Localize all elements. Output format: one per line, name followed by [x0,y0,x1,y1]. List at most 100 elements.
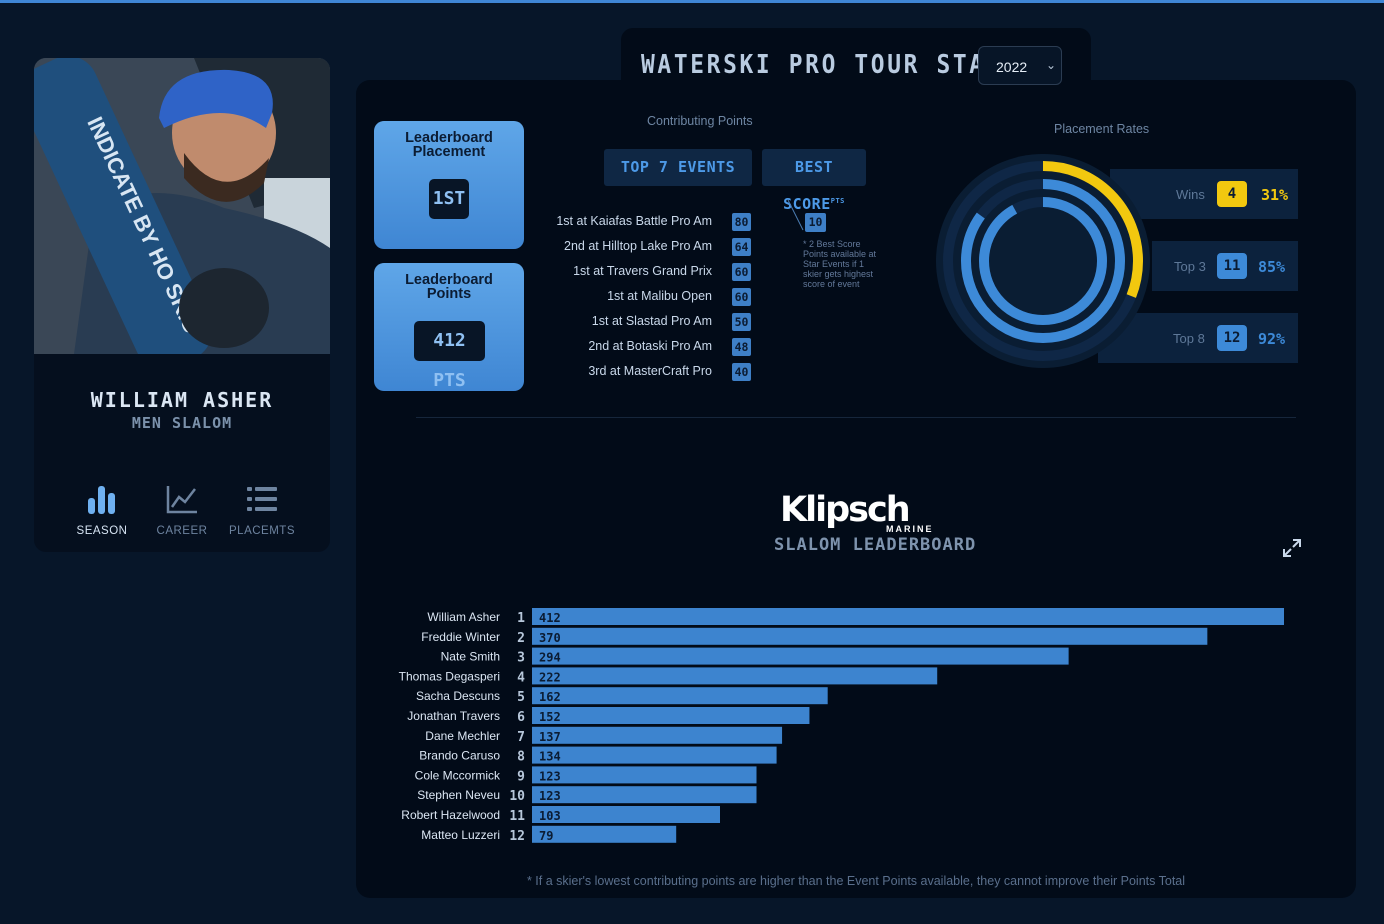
rate-top3-label: Top 3 [1174,259,1206,274]
placement-rings [936,154,1150,368]
section-divider [416,417,1296,418]
nav-season-label: SEASON [76,525,128,537]
rate-wins-pct: 31% [1261,186,1289,204]
player-card: INDICATE BY HO SKIS WILLIAM ASHER MEN SL… [34,58,330,552]
bar-label: Sacha Descuns [416,689,500,703]
bar[interactable] [532,627,1208,645]
klipsch-logo-sub: MARINE [886,524,934,534]
bar-label: Matteo Luzzeri [421,828,500,842]
bar-label: Freddie Winter [421,630,500,644]
bar[interactable] [532,825,677,843]
bar-value-label: 370 [539,631,561,645]
nav-season[interactable]: SEASON [62,484,142,537]
event-name: 1st at Travers Grand Prix [573,264,712,278]
bar-value-label: 103 [539,809,561,823]
player-division: MEN SLALOM [131,414,233,432]
bar-label: Cole Mccormick [415,768,501,782]
bar-value-label: 412 [539,611,561,625]
rate-top8-pct: 92% [1258,330,1286,348]
bar-value-label: 134 [539,750,561,764]
tab-best-score-sup: PTS [830,197,845,205]
bar-rank: 7 [517,730,525,745]
bar-chart-icon [88,486,115,514]
bar[interactable] [532,647,1069,665]
bar[interactable] [532,746,777,764]
bar-rank: 1 [517,611,525,626]
bar-label: Dane Mechler [425,729,500,743]
event-points: 80 [732,213,751,231]
line-chart-icon [166,486,197,514]
bar-label: Nate Smith [441,650,500,664]
bar[interactable] [532,786,757,804]
slalom-leaderboard-chart: William Asher 1 412 Freddie Winter 2 370 Nate … [399,608,1284,844]
placement-value: 1ST [429,179,469,219]
rate-top8-count: 12 [1217,325,1247,351]
placement-title-line2: Placement [412,144,486,160]
bar-label: Stephen Neveu [417,788,500,802]
contributing-points-label: Contributing Points [647,114,753,128]
bar-rank: 11 [509,809,525,824]
leaderboard-placement-box: Leaderboard Placement 1ST [374,121,524,249]
bar-value-label: 222 [539,670,561,684]
year-select[interactable]: 2022 ⌄ [978,46,1062,85]
top-accent-line [0,0,1384,3]
bar[interactable] [532,726,783,744]
expand-icon[interactable] [1282,538,1302,558]
bar-rank: 4 [517,670,525,685]
tab-top7-events[interactable]: TOP 7 EVENTS [604,149,752,186]
year-select-value: 2022 [996,59,1028,75]
bar[interactable] [532,608,1284,625]
nav-placements-label: PLACEMTS [229,525,295,537]
bar-rank: 8 [517,750,525,765]
bar-value-label: 152 [539,710,561,724]
rate-top3-pct: 85% [1258,258,1286,276]
bar-value-label: 79 [539,829,553,843]
event-name: 1st at Slastad Pro Am [591,314,712,328]
bar-value-label: 123 [539,769,561,783]
bar-label: Brando Caruso [419,749,500,763]
nav-placements[interactable]: PLACEMTS [222,484,302,537]
bar-rank: 2 [517,631,525,646]
bar[interactable] [532,766,757,784]
event-name: 1st at Malibu Open [607,289,712,303]
placement-rates-label: Placement Rates [1054,122,1150,136]
event-name: 1st at Kaiafas Battle Pro Am [556,214,712,228]
bar-rank: 6 [517,710,525,725]
event-points: 64 [732,238,751,256]
player-photo: INDICATE BY HO SKIS [34,58,330,354]
footnote: * If a skier's lowest contributing point… [526,874,1186,888]
bar-label: Robert Hazelwood [401,808,500,822]
best-score-pointer [787,199,804,231]
best-score-note: * 2 Best Score Points available at Star … [803,239,877,289]
bar-value-label: 294 [539,651,561,665]
rate-top8-label: Top 8 [1173,331,1205,346]
chevron-down-icon: ⌄ [1046,58,1057,72]
rate-wins-count: 4 [1217,181,1247,207]
event-name: 2nd at Botaski Pro Am [588,339,712,353]
event-name: 2nd at Hilltop Lake Pro Am [564,239,712,253]
rate-wins-label: Wins [1176,187,1205,202]
event-points: 60 [732,288,751,306]
nav-career[interactable]: CAREER [142,484,222,537]
leaderboard-points-box: Leaderboard Points 412 PTS [374,263,524,391]
bar[interactable] [532,687,828,705]
bar-rank: 9 [517,769,525,784]
event-points: 40 [732,363,751,381]
bar-rank: 10 [509,789,525,804]
page-title: WATERSKI PRO TOUR STATS [641,50,1019,80]
bar-value-label: 162 [539,690,561,704]
bar-label: Thomas Degasperi [399,669,500,683]
event-points: 48 [732,338,751,356]
chart-title: SLALOM LEADERBOARD [774,535,977,555]
points-title-line2: Points [426,286,472,302]
tab-best-score[interactable]: BEST SCOREPTS [762,149,866,213]
list-icon [247,487,277,511]
event-points: 60 [732,263,751,281]
rate-top3-count: 11 [1217,253,1247,279]
bar-rank: 3 [517,651,525,666]
event-name: 3rd at MasterCraft Pro [588,364,712,378]
bar[interactable] [532,707,810,724]
bar-value-label: 137 [539,730,561,744]
bar[interactable] [532,667,938,685]
bar-label: William Asher [427,610,500,624]
